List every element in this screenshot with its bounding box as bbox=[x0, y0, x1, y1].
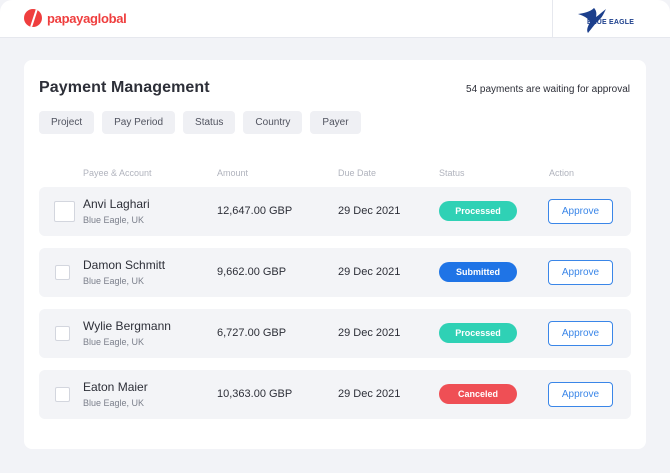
due-date: 29 Dec 2021 bbox=[338, 327, 401, 339]
payee-account: Blue Eagle, UK bbox=[83, 398, 145, 408]
filter-status[interactable]: Status bbox=[183, 111, 236, 134]
approve-button[interactable]: Approve bbox=[548, 199, 613, 224]
payee-name: Damon Schmitt bbox=[83, 258, 166, 272]
row-checkbox[interactable] bbox=[55, 326, 70, 341]
payment-management-card: Payment Management 54 payments are waiti… bbox=[24, 60, 646, 449]
status-badge: Processed bbox=[439, 323, 517, 343]
payee-name: Eaton Maier bbox=[83, 380, 148, 394]
filter-country[interactable]: Country bbox=[243, 111, 303, 134]
table-row: Wylie Bergmann Blue Eagle, UK 6,727.00 G… bbox=[39, 309, 631, 358]
divider bbox=[552, 0, 553, 38]
table-row: Anvi Laghari Blue Eagle, UK 12,647.00 GB… bbox=[39, 187, 631, 236]
amount: 12,647.00 GBP bbox=[217, 205, 293, 217]
payee-name: Wylie Bergmann bbox=[83, 319, 171, 333]
column-header-payee: Payee & Account bbox=[83, 168, 152, 178]
client-name: BLUE EAGLE bbox=[587, 19, 635, 26]
status-badge: Canceled bbox=[439, 384, 517, 404]
filter-bar: Project Pay Period Status Country Payer bbox=[39, 111, 361, 134]
amount: 6,727.00 GBP bbox=[217, 327, 287, 339]
waiting-count: 54 payments are waiting for approval bbox=[466, 84, 630, 95]
amount: 9,662.00 GBP bbox=[217, 266, 287, 278]
due-date: 29 Dec 2021 bbox=[338, 388, 401, 400]
table-row: Eaton Maier Blue Eagle, UK 10,363.00 GBP… bbox=[39, 370, 631, 419]
row-checkbox[interactable] bbox=[54, 201, 75, 222]
amount: 10,363.00 GBP bbox=[217, 388, 293, 400]
column-header-action: Action bbox=[549, 168, 575, 178]
row-checkbox[interactable] bbox=[55, 265, 70, 280]
filter-payer[interactable]: Payer bbox=[310, 111, 361, 134]
status-badge: Processed bbox=[439, 201, 517, 221]
brand-name: papayaglobal bbox=[47, 10, 127, 26]
papaya-logo[interactable]: papayaglobal bbox=[24, 9, 127, 27]
filter-project[interactable]: Project bbox=[39, 111, 95, 134]
column-header-due-date: Due Date bbox=[338, 168, 377, 178]
approve-button[interactable]: Approve bbox=[548, 382, 613, 407]
status-badge: Submitted bbox=[439, 262, 517, 282]
filter-pay-period[interactable]: Pay Period bbox=[102, 111, 176, 134]
due-date: 29 Dec 2021 bbox=[338, 205, 401, 217]
payee-name: Anvi Laghari bbox=[83, 197, 150, 211]
row-checkbox[interactable] bbox=[55, 387, 70, 402]
payee-account: Blue Eagle, UK bbox=[83, 337, 145, 347]
approve-button[interactable]: Approve bbox=[548, 321, 613, 346]
top-bar: papayaglobal BLUE EAGLE bbox=[0, 0, 670, 38]
column-header-amount: Amount bbox=[217, 168, 249, 178]
payee-account: Blue Eagle, UK bbox=[83, 276, 145, 286]
payee-account: Blue Eagle, UK bbox=[83, 215, 145, 225]
due-date: 29 Dec 2021 bbox=[338, 266, 401, 278]
table-row: Damon Schmitt Blue Eagle, UK 9,662.00 GB… bbox=[39, 248, 631, 297]
papaya-logo-icon bbox=[24, 9, 42, 27]
column-header-status: Status bbox=[439, 168, 465, 178]
page-title: Payment Management bbox=[39, 79, 210, 96]
approve-button[interactable]: Approve bbox=[548, 260, 613, 285]
